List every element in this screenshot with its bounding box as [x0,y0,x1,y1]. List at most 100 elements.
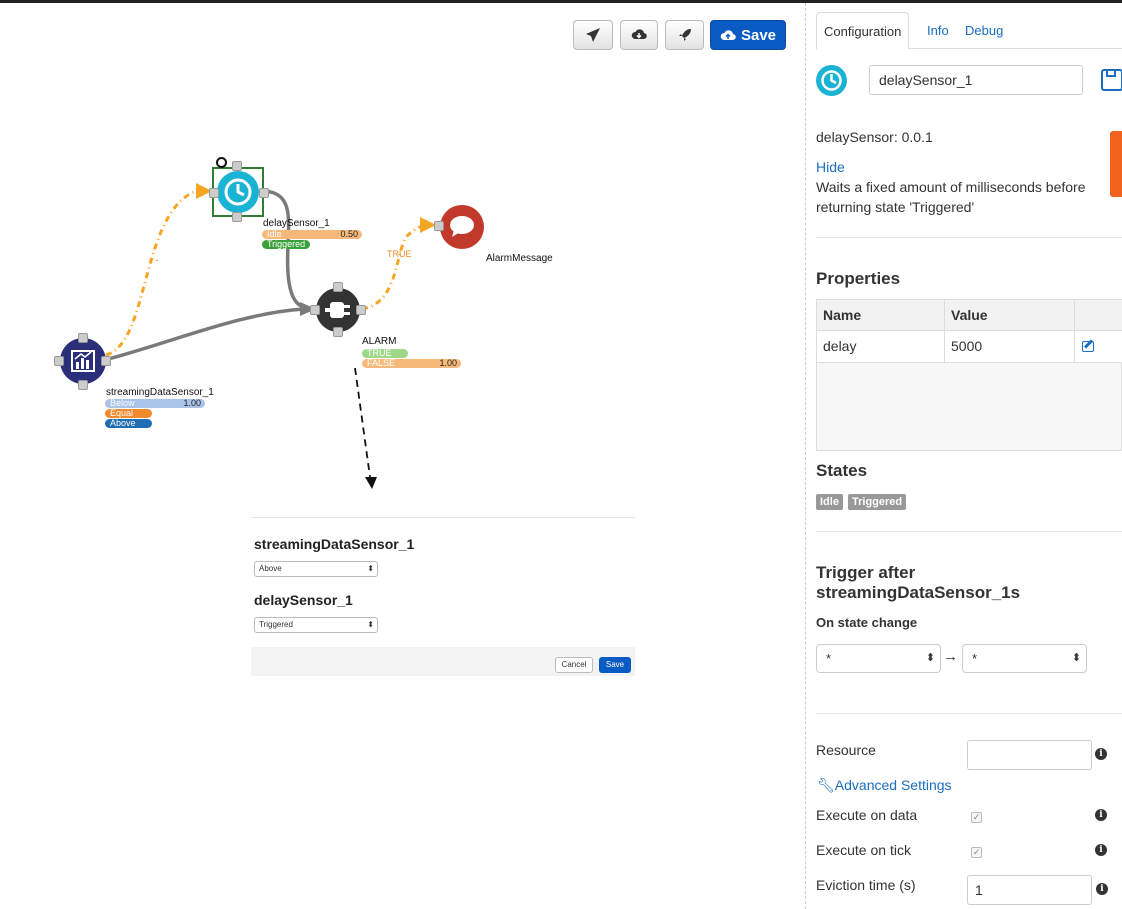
execute-on-data-label: Execute on data [816,807,918,823]
header-name: Name [823,307,862,323]
handle[interactable] [232,161,242,171]
on-state-change-label: On state change [816,615,918,630]
divider [816,713,1122,714]
edge-marker: - - [150,255,159,265]
panel-tabs: Configuration Info Debug [816,12,1122,50]
arrow-right-icon: → [943,648,958,665]
handle[interactable] [333,282,343,292]
state-pill-label: Triggered [267,239,306,249]
timer-badge-icon [216,157,227,168]
column-divider [944,300,945,363]
divider [816,531,1122,532]
popup-pointer-line [354,367,371,478]
info-icon[interactable]: i [1095,748,1107,760]
popup-sensor1-title: streamingDataSensor_1 [254,536,415,552]
state-pill-value: 0.50 [340,229,358,239]
hide-link[interactable]: Hide [816,159,845,175]
execute-on-data-checkbox[interactable]: ✓ [971,812,982,823]
handle[interactable] [333,327,343,337]
handle[interactable] [78,333,88,343]
flow-canvas[interactable]: Save - - delaySensor_1 Idle 0.50 Trigger… [0,3,806,909]
row-name: delay [823,338,857,354]
table-row[interactable]: delay 5000 [817,331,1122,363]
info-icon[interactable]: i [1096,883,1108,895]
clock-icon [217,171,259,213]
execute-on-tick-label: Execute on tick [816,842,911,858]
tab-info[interactable]: Info [920,12,956,49]
resource-input[interactable] [967,740,1092,770]
advanced-settings-link[interactable]: 🔧︎Advanced Settings [817,777,952,794]
handle[interactable] [78,380,88,390]
tab-debug[interactable]: Debug [958,12,1010,49]
popup-sensor1-select[interactable]: Above [254,561,378,577]
edit-icon[interactable] [1082,339,1094,352]
column-divider [1074,300,1075,363]
handle[interactable] [209,188,219,198]
state-badge-triggered: Triggered [848,494,907,510]
edge-delay-to-alarm [263,189,315,311]
state-pill-value: 1.00 [183,398,201,408]
handle[interactable] [310,305,320,315]
properties-table: Name Value delay 5000 [816,299,1122,451]
edge-true-label: TRUE [387,249,412,259]
plug-icon [325,302,350,318]
alarm-message-label: AlarmMessage [486,253,553,264]
state-pill-label: FALSE [367,358,396,368]
state-pill-label: Idle [267,229,282,239]
alarm-node-label: ALARM [362,336,397,347]
handle[interactable] [259,188,269,198]
tab-configuration[interactable]: Configuration [816,12,910,50]
popup-sensor2-select[interactable]: Triggered [254,617,378,633]
handle[interactable] [101,356,111,366]
trigger-heading-line-2: streamingDataSensor_1s [816,583,1021,602]
state-pill-false: FALSE 1.00 [362,359,461,368]
alarm-node[interactable] [316,288,360,332]
handle[interactable] [434,221,444,231]
condition-popup: streamingDataSensor_1 Above delaySensor_… [251,517,635,676]
edge-stream-to-alarm [107,307,305,361]
eviction-time-input[interactable]: 1 [967,875,1092,905]
state-pill-label: Below [110,398,135,408]
info-icon[interactable]: i [1095,844,1107,856]
graph-edges: - - [105,183,436,489]
header-value: Value [951,307,988,323]
table-header: Name Value [817,300,1122,331]
state-pill-label: Equal [110,408,134,418]
delay-sensor-node[interactable] [212,167,264,217]
info-icon[interactable]: i [1095,809,1107,821]
divider [816,237,1122,238]
state-pill-value: 1.00 [439,358,457,368]
advanced-settings-label: Advanced Settings [834,777,952,793]
state-pill-above: Above [105,419,152,428]
handle[interactable] [232,212,242,222]
save-disk-icon[interactable] [1101,69,1122,91]
states-heading: States [816,461,868,480]
streaming-node-label: streamingDataSensor_1 [106,387,214,398]
sensor-type-icon [816,65,847,96]
node-name-input[interactable]: delaySensor_1 [869,65,1083,95]
handle[interactable] [54,356,64,366]
popup-footer: Cancel Save [251,647,635,676]
handle[interactable] [356,305,366,315]
eviction-time-label: Eviction time (s) [816,877,916,893]
execute-on-tick-checkbox[interactable]: ✓ [971,847,982,858]
edge-alarm-to-message [361,223,429,311]
state-pill-equal: Equal [105,409,152,418]
state-pill-triggered: Triggered [262,240,310,249]
state-pill-below: Below 1.00 [105,399,205,408]
wrench-icon: 🔧︎ [817,777,835,793]
state-pill-idle: Idle 0.50 [262,230,362,239]
streaming-sensor-node[interactable] [60,338,106,384]
alarm-message-node[interactable] [440,205,484,249]
description-line-1: Waits a fixed amount of milliseconds bef… [816,179,1086,195]
popup-pointer-arrowhead [365,477,377,489]
from-state-select[interactable]: * [816,644,941,673]
popup-save-button[interactable]: Save [599,657,631,673]
state-pill-label: TRUE [367,348,392,358]
version-text: delaySensor: 0.0.1 [816,129,933,145]
popup-cancel-button[interactable]: Cancel [555,657,593,673]
description-line-2: returning state 'Triggered' [816,199,975,215]
side-tab[interactable] [1110,131,1122,197]
to-state-select[interactable]: * [962,644,1087,673]
row-value: 5000 [951,338,983,354]
